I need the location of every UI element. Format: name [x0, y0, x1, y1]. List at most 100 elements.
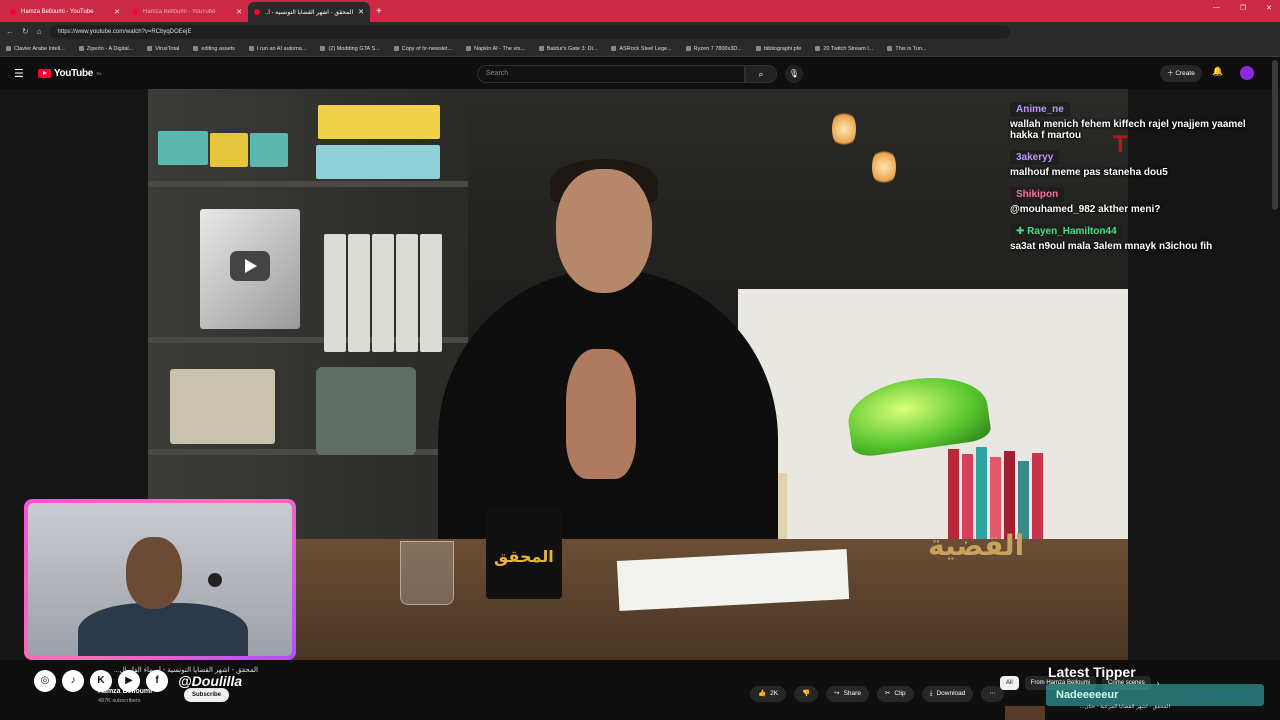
- share-icon: ↪: [834, 690, 840, 697]
- bookmark-item[interactable]: (2) Modding GTA S...: [320, 45, 380, 52]
- folder-icon: [193, 46, 199, 51]
- latest-tipper-box: Nadeeeeeur 5 Diamonds: [1046, 684, 1264, 706]
- avatar[interactable]: [1240, 66, 1254, 80]
- back-icon[interactable]: ←: [6, 27, 14, 36]
- bookmark-label: (2) Modding GTA S...: [328, 45, 380, 52]
- minimize-icon[interactable]: —: [1213, 4, 1220, 12]
- bookmark-icon: [611, 46, 617, 51]
- close-icon[interactable]: ✕: [236, 8, 242, 16]
- share-button[interactable]: ↪ Share: [826, 686, 869, 702]
- like-button[interactable]: 👍 2K: [750, 686, 787, 702]
- bookmark-icon: [147, 46, 153, 51]
- next-video-thumbnail[interactable]: [1005, 706, 1045, 720]
- bookmark-icon: [815, 46, 821, 51]
- chip-all[interactable]: All: [1000, 676, 1019, 690]
- bookmark-label: Clavier Arabe Intell...: [14, 45, 65, 52]
- menu-icon[interactable]: ☰: [14, 67, 24, 80]
- book: [1032, 453, 1043, 549]
- browser-tab[interactable]: Hamza Belloumi - YouTube ✕: [4, 2, 126, 22]
- create-label: Create: [1175, 70, 1195, 77]
- shelf: [148, 449, 468, 455]
- bell-icon[interactable]: 🔔: [1212, 66, 1223, 77]
- bookmark-item[interactable]: 20 Twitch Stream I...: [815, 46, 873, 52]
- plus-badge-icon: ✚: [1016, 226, 1028, 237]
- download-icon: ⤓: [929, 690, 933, 697]
- binder: [324, 234, 346, 352]
- tipper-amount: 5 Diamonds: [1197, 689, 1254, 701]
- video-actions: 👍 2K 👎 ↪ Share ✂ Clip ⤓ Download ⋯: [750, 686, 1004, 702]
- bookmark-item[interactable]: This is Tun...: [887, 45, 927, 52]
- scrollbar[interactable]: [1272, 60, 1278, 210]
- bookmark-item[interactable]: bibliographi pfe: [755, 45, 802, 52]
- youtube-favicon-icon: [254, 9, 260, 15]
- next-video-title[interactable]: المحقق - اشهر القضايا المرعبة - ختان...: [1050, 704, 1170, 710]
- share-label: Share: [843, 690, 861, 697]
- bookmark-item[interactable]: I run an AI automa...: [248, 45, 307, 52]
- bookmark-label: ASRock Steel Lege...: [619, 45, 672, 52]
- bookmark-item[interactable]: Ryzen 7 7800x3D...: [685, 45, 742, 52]
- bookmark-item[interactable]: Copy of hr-newslet...: [393, 46, 452, 52]
- close-window-icon[interactable]: ✕: [1266, 4, 1272, 12]
- close-icon[interactable]: ✕: [114, 8, 120, 16]
- bookmark-icon: [538, 46, 544, 51]
- bookmark-item[interactable]: Baldur's Gate 3: Di...: [538, 45, 598, 52]
- retro-tv: [316, 367, 416, 455]
- bookmark-item[interactable]: Ziperto - A Digital...: [78, 46, 133, 52]
- create-button[interactable]: ＋ Create: [1160, 65, 1202, 82]
- hanging-bulb: [832, 109, 856, 149]
- social-handles-overlay: ◎ ♪ K ▶ f @Doulilla: [34, 670, 242, 692]
- new-tab-icon[interactable]: +: [376, 2, 382, 22]
- chat-text: sa3at n9oul mala 3alem mnayk n3ichou fih: [1010, 241, 1213, 252]
- bookmark-item[interactable]: VirusTotal: [147, 46, 179, 52]
- thumbs-down-icon: 👎: [802, 690, 811, 697]
- pen-holder-mug: المحقق: [486, 507, 562, 599]
- storage-box: [316, 145, 440, 179]
- chat-text: @mouhamed_982 akther meni?: [1010, 204, 1161, 215]
- scissors-icon: ✂: [884, 690, 891, 697]
- search-input[interactable]: Search: [477, 65, 745, 83]
- bookmark-icon: [466, 46, 472, 51]
- youtube-logo[interactable]: YouTube TN: [37, 68, 101, 79]
- url-field[interactable]: https://www.youtube.com/watch?v=RCbyqDOE…: [49, 24, 1010, 39]
- youtube-favicon-icon: [10, 9, 16, 15]
- search-icon[interactable]: ⌕: [745, 65, 777, 83]
- clip-button[interactable]: ✂ Clip: [876, 686, 914, 702]
- microphone-icon[interactable]: 🎙: [785, 65, 803, 83]
- chat-username-text: Rayen_Hamilton44: [1027, 226, 1117, 237]
- tipper-name: Nadeeeeeur: [1056, 689, 1119, 701]
- browser-tab[interactable]: Hamza Belloumi - YouTube ✕: [126, 2, 248, 22]
- bookmark-item[interactable]: ASRock Steel Lege...: [611, 45, 672, 52]
- storage-box: [250, 133, 288, 167]
- shelf: [148, 181, 468, 187]
- binder: [372, 234, 394, 352]
- tab-title: المحقق - اشهر القضايا التونسية - أ...: [265, 9, 354, 16]
- bookmarks-bar: Clavier Arabe Intell... Ziperto - A Digi…: [0, 41, 1280, 57]
- storage-box: [210, 133, 248, 167]
- instagram-icon: ◎: [34, 670, 56, 692]
- dislike-button[interactable]: 👎: [794, 686, 819, 702]
- kick-icon: K: [90, 670, 112, 692]
- bookmark-label: This is Tun...: [895, 45, 927, 52]
- chat-text: malhouf meme pas staneha dou5: [1010, 167, 1168, 178]
- download-button[interactable]: ⤓ Download: [921, 686, 974, 702]
- browser-tab-active[interactable]: المحقق - اشهر القضايا التونسية - أ... ✕: [248, 2, 370, 22]
- stream-chat-overlay: Anime_ne wallah menich fehem kiffech raj…: [1010, 99, 1270, 258]
- chat-message: Anime_ne wallah menich fehem kiffech raj…: [1010, 99, 1270, 141]
- maximize-icon[interactable]: ❐: [1240, 4, 1246, 12]
- address-bar-row: ← ↻ ⌂ https://www.youtube.com/watch?v=RC…: [0, 22, 1280, 41]
- bookmark-item[interactable]: editing assets: [193, 46, 235, 52]
- reload-icon[interactable]: ↻: [22, 27, 29, 36]
- home-icon[interactable]: ⌂: [37, 27, 42, 36]
- bookmark-label: I run an AI automa...: [256, 45, 307, 52]
- like-count: 2K: [770, 690, 779, 697]
- bookmark-icon: [320, 46, 326, 51]
- youtube-header: ☰ YouTube TN Search ⌕ 🎙 ＋ Create 🔔: [0, 57, 1280, 89]
- close-icon[interactable]: ✕: [358, 8, 364, 16]
- bookmark-item[interactable]: Napkin AI - The vis...: [466, 46, 525, 52]
- bookmark-label: Ryzen 7 7800x3D...: [693, 45, 742, 52]
- chat-username: Shikipon: [1010, 187, 1065, 202]
- bookmark-label: Baldur's Gate 3: Di...: [546, 45, 598, 52]
- bookmark-item[interactable]: Clavier Arabe Intell...: [6, 46, 65, 52]
- bookmark-label: bibliographi pfe: [763, 45, 802, 52]
- social-handle: @Doulilla: [178, 673, 243, 689]
